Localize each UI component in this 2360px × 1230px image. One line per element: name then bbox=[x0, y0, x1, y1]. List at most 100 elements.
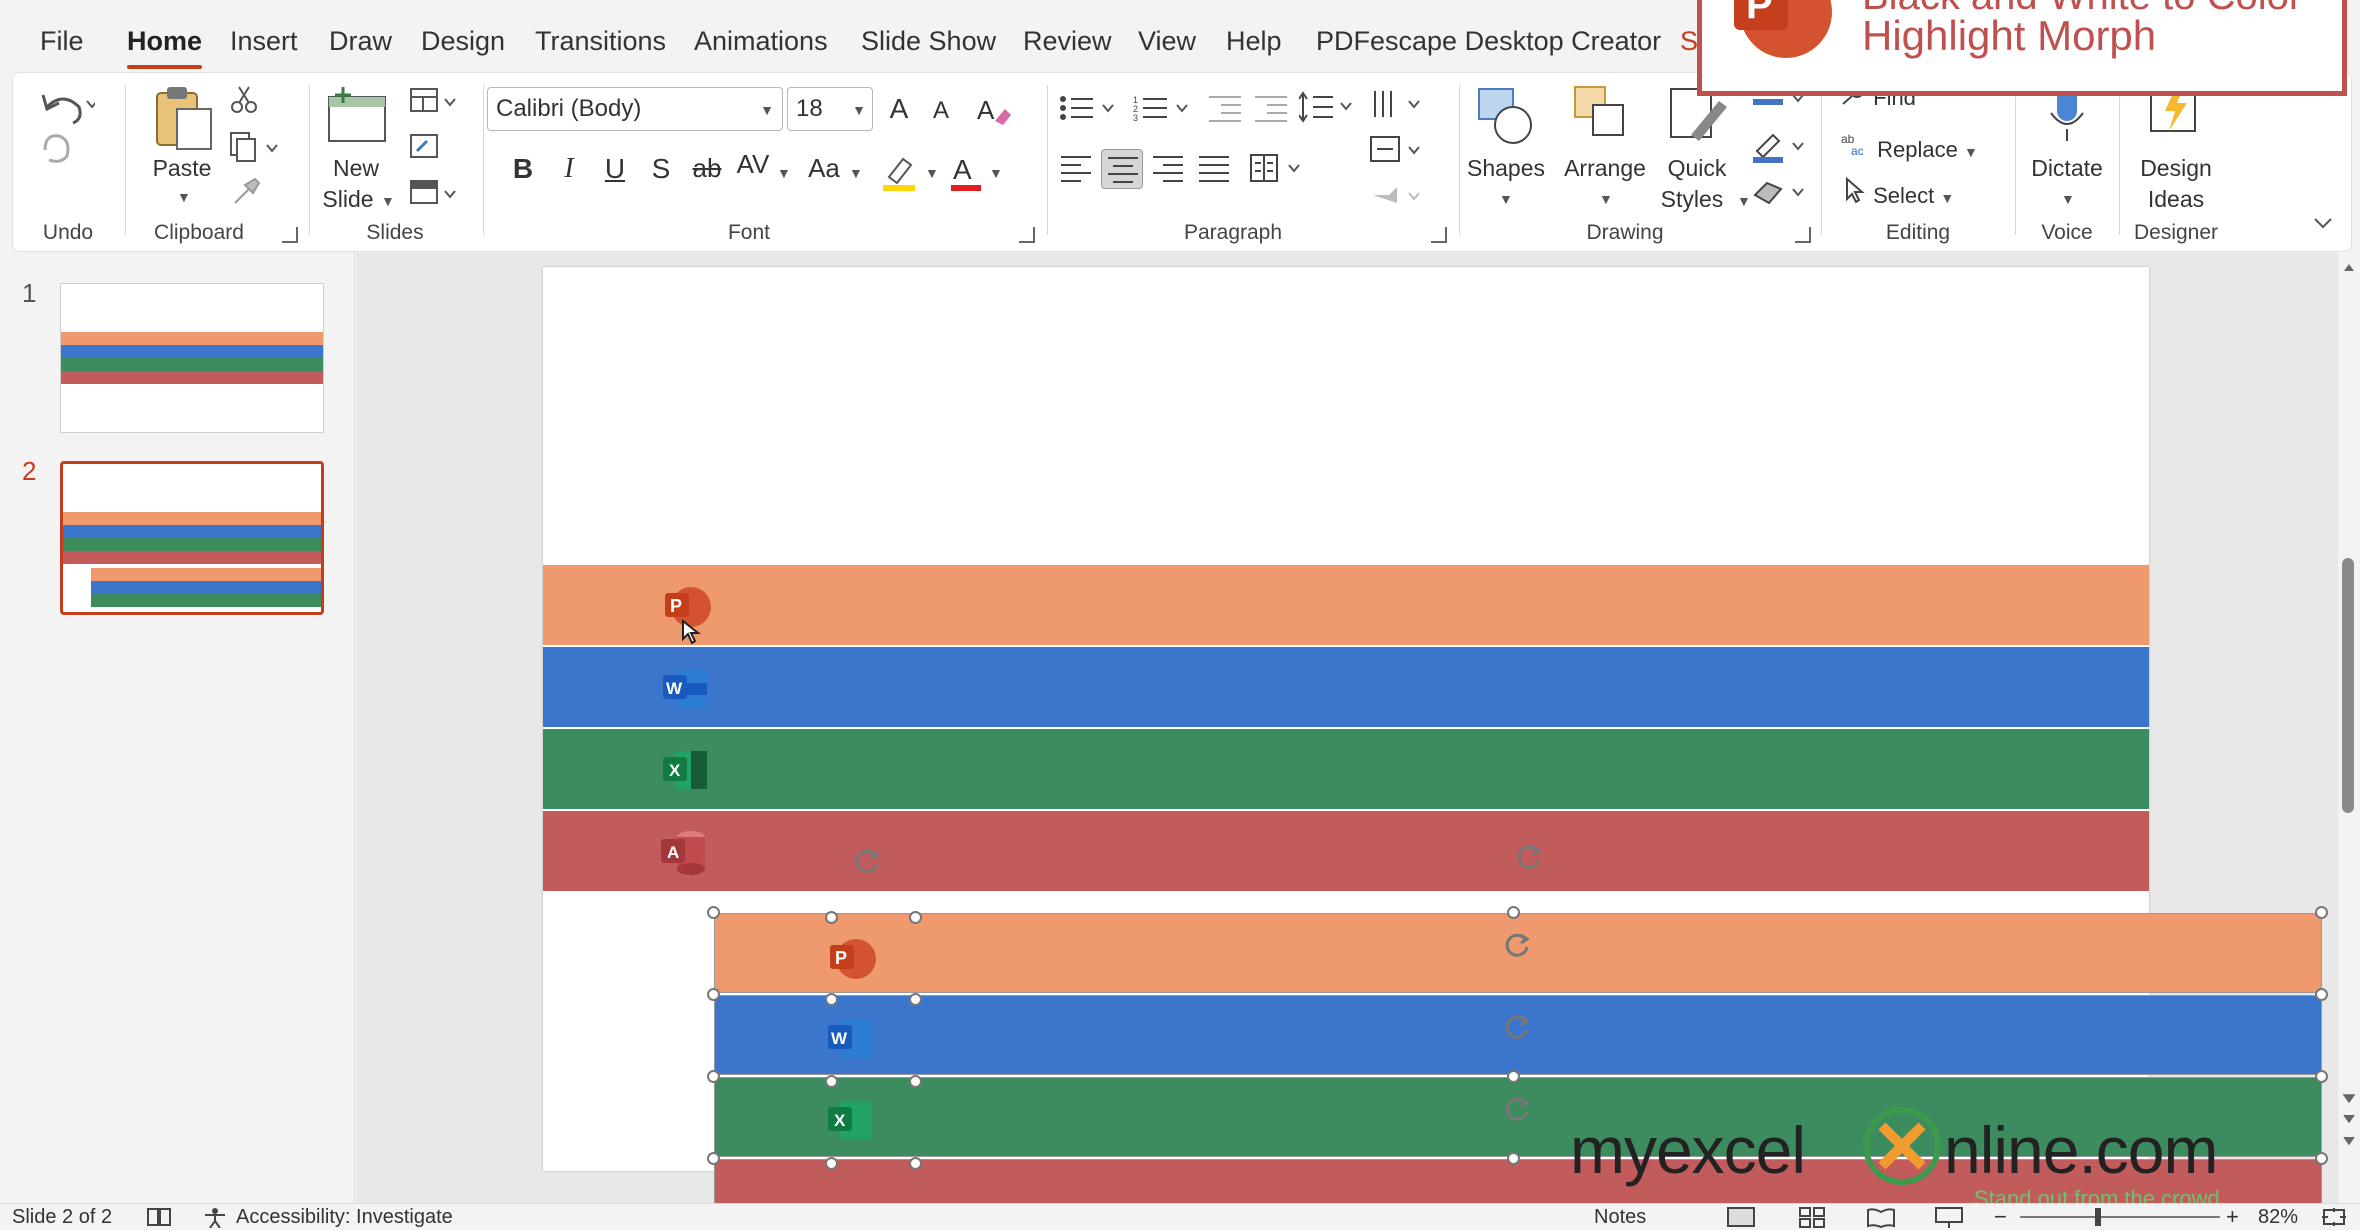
arrange-icon[interactable] bbox=[1567, 83, 1637, 149]
resize-handle[interactable] bbox=[909, 1075, 922, 1088]
italic-button[interactable]: I bbox=[551, 153, 587, 185]
shape-effects-icon[interactable] bbox=[1751, 175, 1811, 211]
grow-font-button[interactable]: A bbox=[881, 93, 917, 125]
reading-view-icon[interactable] bbox=[1866, 1206, 1896, 1228]
font-dialog-launcher[interactable] bbox=[1019, 227, 1035, 243]
reset-icon[interactable] bbox=[409, 133, 441, 163]
paste-button[interactable]: Paste bbox=[147, 153, 217, 184]
resize-handle[interactable] bbox=[707, 988, 720, 1001]
text-shadow-button[interactable]: S bbox=[643, 153, 679, 185]
tab-pdfescape[interactable]: PDFescape Desktop Creator bbox=[1316, 26, 1661, 57]
tab-slide-show[interactable]: Slide Show bbox=[861, 26, 996, 57]
resize-handle[interactable] bbox=[1507, 1152, 1520, 1165]
increase-indent-icon[interactable] bbox=[1253, 93, 1289, 123]
align-right-icon[interactable] bbox=[1151, 153, 1187, 185]
change-case-dropdown[interactable]: ▼ bbox=[849, 165, 863, 181]
new-slide-icon[interactable] bbox=[323, 83, 393, 153]
paste-icon[interactable] bbox=[149, 83, 219, 153]
accessibility-icon[interactable] bbox=[202, 1206, 228, 1228]
rotate-handle-icon[interactable] bbox=[1501, 1093, 1533, 1125]
zoom-slider[interactable] bbox=[2020, 1216, 2220, 1218]
resize-handle[interactable] bbox=[825, 911, 838, 924]
clear-formatting-icon[interactable]: A bbox=[975, 93, 1015, 129]
resize-handle[interactable] bbox=[825, 993, 838, 1006]
tab-review[interactable]: Review bbox=[1023, 26, 1112, 57]
quick-styles-dropdown[interactable]: ▼ bbox=[1737, 193, 1751, 209]
character-spacing-button[interactable]: AV bbox=[735, 149, 771, 180]
dictate-dropdown[interactable]: ▼ bbox=[2061, 191, 2075, 207]
align-center-icon[interactable] bbox=[1101, 149, 1143, 189]
text-direction-icon[interactable] bbox=[1369, 87, 1429, 123]
arrange-dropdown[interactable]: ▼ bbox=[1599, 191, 1613, 207]
rotate-handle-icon[interactable] bbox=[1501, 929, 1533, 961]
zoom-out-button[interactable]: − bbox=[1994, 1204, 2007, 1230]
slide-thumbnail-1[interactable] bbox=[60, 283, 324, 433]
align-text-icon[interactable] bbox=[1369, 133, 1429, 169]
scrollbar-thumb[interactable] bbox=[2342, 558, 2354, 813]
strikethrough-button[interactable]: ab bbox=[689, 153, 725, 184]
resize-handle[interactable] bbox=[1507, 1070, 1520, 1083]
cut-icon[interactable] bbox=[229, 85, 259, 115]
undo-icon[interactable] bbox=[35, 85, 95, 125]
shapes-dropdown[interactable]: ▼ bbox=[1499, 191, 1513, 207]
resize-handle[interactable] bbox=[2315, 988, 2328, 1001]
zoom-level[interactable]: 82% bbox=[2258, 1206, 2298, 1229]
arrange-button[interactable]: Arrange bbox=[1555, 153, 1655, 184]
font-size-combo[interactable]: 18 ▼ bbox=[787, 87, 873, 131]
paste-dropdown[interactable]: ▼ bbox=[177, 189, 191, 205]
design-ideas-label-1[interactable]: Design bbox=[2121, 153, 2231, 184]
resize-handle[interactable] bbox=[825, 1157, 838, 1170]
paragraph-dialog-launcher[interactable] bbox=[1431, 227, 1447, 243]
layout-icon[interactable] bbox=[409, 87, 469, 117]
notes-button[interactable]: Notes bbox=[1594, 1206, 1646, 1229]
resize-handle[interactable] bbox=[2315, 1070, 2328, 1083]
decrease-indent-icon[interactable] bbox=[1207, 93, 1243, 123]
quick-styles-label-2[interactable]: Styles bbox=[1647, 184, 1737, 215]
format-painter-icon[interactable] bbox=[231, 177, 261, 207]
tab-transitions[interactable]: Transitions bbox=[535, 26, 666, 57]
fit-to-window-icon[interactable] bbox=[2320, 1206, 2348, 1228]
columns-icon[interactable] bbox=[1249, 153, 1309, 185]
resize-handle[interactable] bbox=[2315, 906, 2328, 919]
tab-insert[interactable]: Insert bbox=[230, 26, 298, 57]
font-color-dropdown[interactable]: ▼ bbox=[989, 165, 1003, 181]
new-slide-dropdown[interactable]: ▼ bbox=[381, 193, 395, 209]
slideshow-view-icon[interactable] bbox=[1934, 1206, 1964, 1228]
drawing-dialog-launcher[interactable] bbox=[1795, 227, 1811, 243]
word-band[interactable] bbox=[543, 647, 2149, 727]
highlighter-icon[interactable] bbox=[879, 151, 923, 195]
slide-sorter-icon[interactable] bbox=[1798, 1206, 1828, 1228]
bold-button[interactable]: B bbox=[505, 153, 541, 185]
numbering-icon[interactable]: 123 bbox=[1133, 93, 1193, 123]
vertical-scrollbar[interactable] bbox=[2338, 253, 2360, 1203]
shapes-icon[interactable] bbox=[1473, 83, 1543, 149]
resize-handle[interactable] bbox=[2315, 1152, 2328, 1165]
collapse-ribbon-icon[interactable] bbox=[2311, 213, 2335, 233]
resize-handle[interactable] bbox=[909, 993, 922, 1006]
excel-band[interactable] bbox=[543, 729, 2149, 809]
rotate-handle-icon[interactable] bbox=[1513, 841, 1545, 873]
resize-handle[interactable] bbox=[1507, 906, 1520, 919]
scroll-down-icon[interactable] bbox=[2342, 1093, 2356, 1163]
resize-handle[interactable] bbox=[707, 1152, 720, 1165]
accessibility-status[interactable]: Accessibility: Investigate bbox=[236, 1206, 453, 1229]
new-slide-label-1[interactable]: New bbox=[311, 153, 401, 184]
powerpoint-band[interactable] bbox=[543, 565, 2149, 645]
dictate-button[interactable]: Dictate bbox=[2017, 153, 2117, 184]
quick-styles-label-1[interactable]: Quick bbox=[1647, 153, 1747, 184]
bullets-icon[interactable] bbox=[1059, 93, 1119, 123]
copy-icon[interactable] bbox=[229, 131, 279, 163]
design-ideas-label-2[interactable]: Ideas bbox=[2121, 184, 2231, 215]
underline-button[interactable]: U bbox=[597, 153, 633, 185]
spelling-icon[interactable] bbox=[146, 1207, 172, 1227]
zoom-in-button[interactable]: + bbox=[2226, 1204, 2239, 1230]
select-button[interactable]: Select ▼ bbox=[1841, 176, 1954, 209]
resize-handle[interactable] bbox=[909, 1157, 922, 1170]
clipboard-dialog-launcher[interactable] bbox=[282, 227, 298, 243]
highlighter-dropdown[interactable]: ▼ bbox=[925, 165, 939, 181]
rotate-handle-icon[interactable] bbox=[1501, 1011, 1533, 1043]
shape-outline-icon[interactable] bbox=[1751, 129, 1811, 165]
tab-home[interactable]: Home bbox=[127, 26, 203, 69]
redo-icon[interactable] bbox=[35, 128, 75, 168]
resize-handle[interactable] bbox=[707, 1070, 720, 1083]
